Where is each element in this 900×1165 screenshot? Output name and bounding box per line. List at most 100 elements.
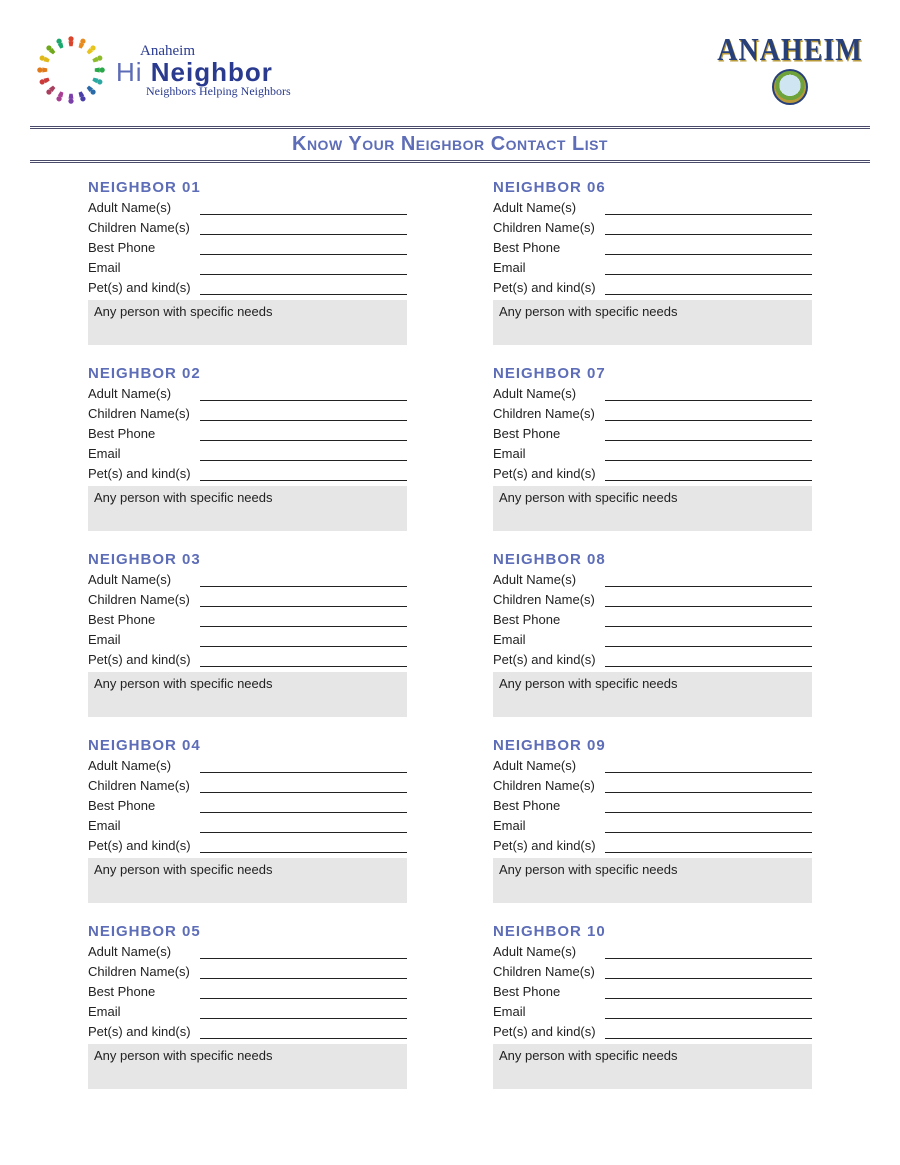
field-label: Email <box>493 446 605 461</box>
field-input-line[interactable] <box>605 261 812 275</box>
specific-needs-box[interactable]: Any person with specific needs <box>493 1044 812 1089</box>
field-label: Email <box>88 1004 200 1019</box>
field-label: Children Name(s) <box>88 406 200 421</box>
field-input-line[interactable] <box>200 759 407 773</box>
field-label: Children Name(s) <box>88 778 200 793</box>
field-input-line[interactable] <box>200 281 407 295</box>
field-input-line[interactable] <box>200 613 407 627</box>
field-input-line[interactable] <box>200 573 407 587</box>
field-input-line[interactable] <box>605 799 812 813</box>
neighbor-heading: NEIGHBOR 10 <box>493 923 812 940</box>
field-row-email: Email <box>88 632 407 647</box>
specific-needs-box[interactable]: Any person with specific needs <box>88 300 407 345</box>
field-input-line[interactable] <box>605 779 812 793</box>
field-row-pets: Pet(s) and kind(s) <box>88 1024 407 1039</box>
field-input-line[interactable] <box>605 945 812 959</box>
specific-needs-box[interactable]: Any person with specific needs <box>88 486 407 531</box>
field-input-line[interactable] <box>605 965 812 979</box>
field-input-line[interactable] <box>200 819 407 833</box>
field-input-line[interactable] <box>200 241 407 255</box>
field-label: Best Phone <box>493 612 605 627</box>
field-input-line[interactable] <box>200 427 407 441</box>
field-input-line[interactable] <box>200 387 407 401</box>
field-input-line[interactable] <box>605 221 812 235</box>
field-label: Best Phone <box>88 984 200 999</box>
field-row-children: Children Name(s) <box>493 220 812 235</box>
field-row-email: Email <box>493 446 812 461</box>
field-input-line[interactable] <box>605 407 812 421</box>
field-row-pets: Pet(s) and kind(s) <box>493 652 812 667</box>
field-input-line[interactable] <box>605 387 812 401</box>
field-row-adult: Adult Name(s) <box>88 572 407 587</box>
field-label: Email <box>88 446 200 461</box>
neighbor-block: NEIGHBOR 07Adult Name(s)Children Name(s)… <box>493 365 812 531</box>
field-input-line[interactable] <box>200 1025 407 1039</box>
field-input-line[interactable] <box>605 819 812 833</box>
field-input-line[interactable] <box>200 799 407 813</box>
field-input-line[interactable] <box>605 759 812 773</box>
field-row-adult: Adult Name(s) <box>493 572 812 587</box>
field-input-line[interactable] <box>605 839 812 853</box>
field-input-line[interactable] <box>200 985 407 999</box>
field-label: Children Name(s) <box>88 592 200 607</box>
field-input-line[interactable] <box>605 633 812 647</box>
field-input-line[interactable] <box>200 407 407 421</box>
field-row-children: Children Name(s) <box>493 592 812 607</box>
field-input-line[interactable] <box>200 261 407 275</box>
field-input-line[interactable] <box>605 653 812 667</box>
field-input-line[interactable] <box>605 985 812 999</box>
field-row-phone: Best Phone <box>493 240 812 255</box>
field-input-line[interactable] <box>605 427 812 441</box>
field-input-line[interactable] <box>200 965 407 979</box>
field-input-line[interactable] <box>200 447 407 461</box>
specific-needs-box[interactable]: Any person with specific needs <box>88 858 407 903</box>
field-row-phone: Best Phone <box>493 612 812 627</box>
field-input-line[interactable] <box>200 201 407 215</box>
field-input-line[interactable] <box>200 467 407 481</box>
specific-needs-box[interactable]: Any person with specific needs <box>88 1044 407 1089</box>
field-input-line[interactable] <box>200 653 407 667</box>
field-label: Children Name(s) <box>88 220 200 235</box>
field-label: Pet(s) and kind(s) <box>88 1024 200 1039</box>
field-input-line[interactable] <box>605 201 812 215</box>
field-input-line[interactable] <box>605 241 812 255</box>
field-input-line[interactable] <box>200 839 407 853</box>
neighbor-block: NEIGHBOR 04Adult Name(s)Children Name(s)… <box>88 737 407 903</box>
field-input-line[interactable] <box>605 613 812 627</box>
field-row-adult: Adult Name(s) <box>88 944 407 959</box>
field-input-line[interactable] <box>605 467 812 481</box>
specific-needs-box[interactable]: Any person with specific needs <box>493 300 812 345</box>
field-input-line[interactable] <box>605 447 812 461</box>
hi-neighbor-logo: Anaheim Hi Neighbor Neighbors Helping Ne… <box>30 29 291 111</box>
field-input-line[interactable] <box>605 281 812 295</box>
field-label: Pet(s) and kind(s) <box>493 1024 605 1039</box>
neighbor-heading: NEIGHBOR 09 <box>493 737 812 754</box>
field-label: Email <box>88 818 200 833</box>
field-input-line[interactable] <box>605 573 812 587</box>
field-input-line[interactable] <box>200 1005 407 1019</box>
field-label: Adult Name(s) <box>88 200 200 215</box>
field-row-adult: Adult Name(s) <box>88 200 407 215</box>
field-input-line[interactable] <box>605 1025 812 1039</box>
field-input-line[interactable] <box>200 221 407 235</box>
neighbor-block: NEIGHBOR 03Adult Name(s)Children Name(s)… <box>88 551 407 717</box>
field-input-line[interactable] <box>200 945 407 959</box>
people-ring-icon <box>30 29 112 111</box>
field-input-line[interactable] <box>605 593 812 607</box>
field-row-pets: Pet(s) and kind(s) <box>493 1024 812 1039</box>
field-input-line[interactable] <box>605 1005 812 1019</box>
specific-needs-box[interactable]: Any person with specific needs <box>88 672 407 717</box>
field-row-email: Email <box>88 818 407 833</box>
field-input-line[interactable] <box>200 633 407 647</box>
field-row-pets: Pet(s) and kind(s) <box>493 466 812 481</box>
field-label: Best Phone <box>493 984 605 999</box>
field-input-line[interactable] <box>200 779 407 793</box>
field-input-line[interactable] <box>200 593 407 607</box>
specific-needs-box[interactable]: Any person with specific needs <box>493 672 812 717</box>
neighbor-heading: NEIGHBOR 05 <box>88 923 407 940</box>
field-label: Best Phone <box>88 798 200 813</box>
specific-needs-box[interactable]: Any person with specific needs <box>493 486 812 531</box>
specific-needs-box[interactable]: Any person with specific needs <box>493 858 812 903</box>
neighbor-heading: NEIGHBOR 02 <box>88 365 407 382</box>
field-label: Adult Name(s) <box>493 758 605 773</box>
